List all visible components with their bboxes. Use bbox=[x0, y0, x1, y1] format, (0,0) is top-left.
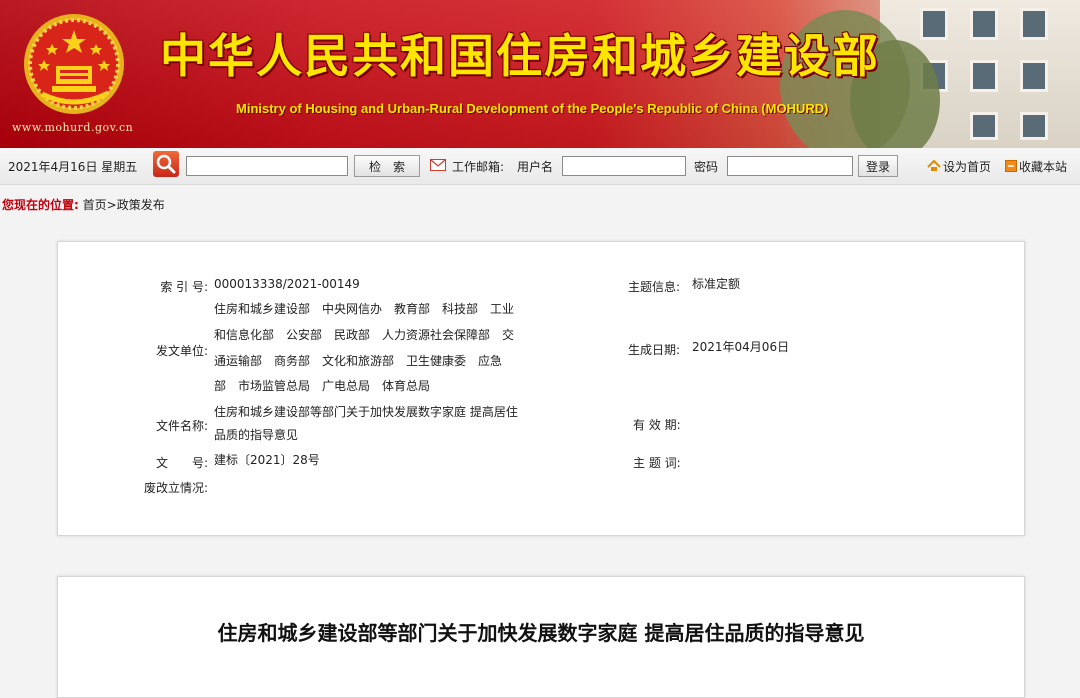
building-window bbox=[970, 8, 998, 40]
breadcrumb-path[interactable]: 首页>政策发布 bbox=[83, 198, 165, 212]
breadcrumb: 您现在的位置: 首页>政策发布 bbox=[2, 196, 165, 213]
docno-label: 文 号: bbox=[155, 456, 208, 470]
site-title-en: Ministry of Housing and Urban-Rural Deve… bbox=[236, 101, 829, 116]
favorite-link[interactable]: 收藏本站 bbox=[1019, 148, 1067, 184]
building-window bbox=[1020, 8, 1048, 40]
building-window bbox=[1020, 112, 1048, 140]
username-label: 用户名 bbox=[517, 159, 554, 174]
index-label: 索 引 号: bbox=[160, 280, 208, 294]
issuer-line: 和信息化部 公安部 民政部 人力资源社会保障部 交 bbox=[214, 328, 515, 342]
building-window bbox=[970, 60, 998, 92]
set-home-link[interactable]: 设为首页 bbox=[943, 148, 991, 184]
filename-line: 品质的指导意见 bbox=[214, 428, 299, 442]
site-url[interactable]: www.mohurd.gov.cn bbox=[12, 121, 133, 134]
username-input[interactable] bbox=[562, 156, 686, 176]
search-input[interactable] bbox=[186, 156, 348, 176]
topic-value: 标准定额 bbox=[692, 277, 741, 291]
issuer-label: 发文单位: bbox=[155, 344, 208, 358]
filename-label: 文件名称: bbox=[155, 419, 208, 433]
issuer-line: 部 市场监管总局 广电总局 体育总局 bbox=[214, 379, 431, 393]
mail-icon bbox=[430, 159, 446, 171]
search-icon bbox=[156, 154, 176, 174]
article-card: 住房和城乡建设部等部门关于加快发展数字家庭 提高居住品质的指导意见 bbox=[57, 576, 1025, 698]
index-value: 000013338/2021-00149 bbox=[214, 277, 360, 291]
article-title: 住房和城乡建设部等部门关于加快发展数字家庭 提高居住品质的指导意见 bbox=[217, 621, 865, 645]
site-title-cn: 中华人民共和国住房和城乡建设部 bbox=[160, 29, 880, 83]
building-window bbox=[1020, 60, 1048, 92]
issuer-line: 住房和城乡建设部 中央网信办 教育部 科技部 工业 bbox=[214, 302, 515, 316]
national-emblem-icon bbox=[24, 14, 124, 114]
issuer-line: 通运输部 商务部 文化和旅游部 卫生健康委 应急 bbox=[214, 354, 503, 368]
favorite-icon bbox=[1005, 160, 1017, 172]
current-date: 2021年4月16日 星期五 bbox=[8, 159, 138, 174]
docno-value: 建标〔2021〕28号 bbox=[214, 453, 320, 467]
keywords-label: 主 题 词: bbox=[633, 456, 681, 470]
building-window bbox=[970, 112, 998, 140]
breadcrumb-label: 您现在的位置: bbox=[2, 198, 79, 212]
generated-date-value: 2021年04月06日 bbox=[692, 340, 790, 354]
document-info-card: 索 引 号: 000013338/2021-00149 发文单位: 住房和城乡建… bbox=[57, 241, 1025, 536]
password-input[interactable] bbox=[727, 156, 853, 176]
search-button[interactable]: 检 索 bbox=[354, 155, 420, 177]
home-icon bbox=[927, 160, 941, 171]
building-window bbox=[920, 8, 948, 40]
validity-label: 有 效 期: bbox=[633, 418, 681, 432]
search-icon-button[interactable] bbox=[153, 151, 179, 177]
password-label: 密码 bbox=[694, 159, 719, 174]
work-mail-label: 工作邮箱: bbox=[452, 159, 505, 174]
login-button[interactable]: 登录 bbox=[858, 155, 898, 177]
status-label: 废改立情况: bbox=[143, 481, 208, 495]
site-banner: www.mohurd.gov.cn 中华人民共和国住房和城乡建设部 Minist… bbox=[0, 0, 1080, 148]
generated-date-label: 生成日期: bbox=[628, 343, 681, 357]
